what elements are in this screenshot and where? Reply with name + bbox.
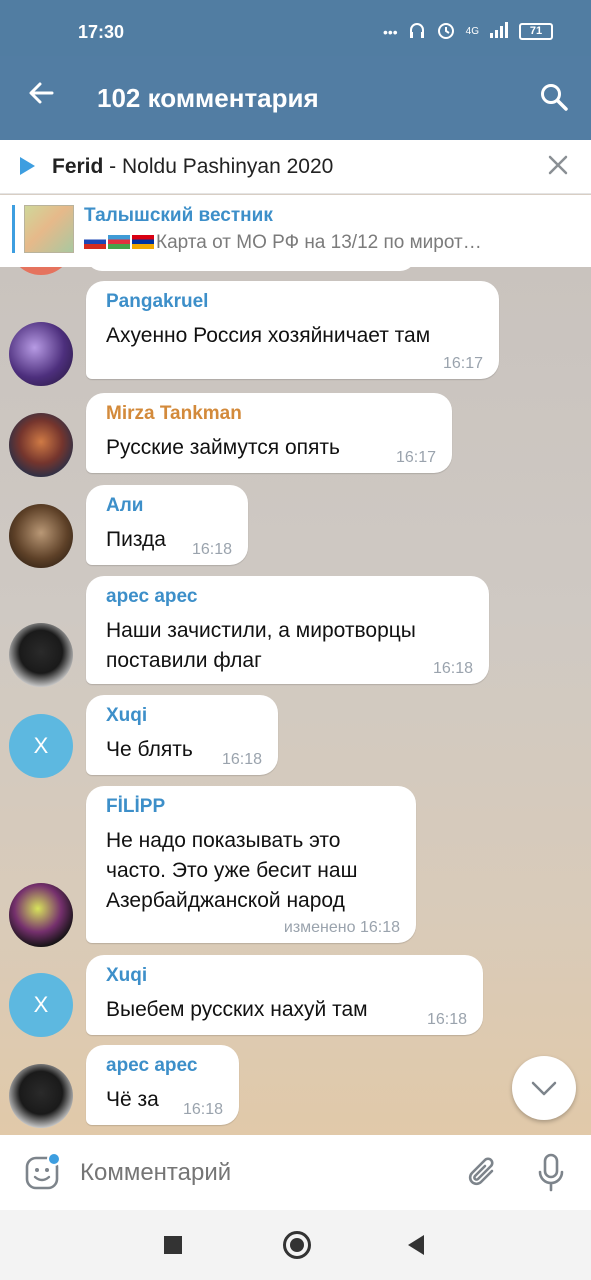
page-title: 102 комментария [97, 83, 319, 113]
new-stickers-badge [47, 1152, 61, 1166]
user-avatar[interactable] [9, 623, 73, 687]
user-avatar[interactable] [9, 883, 73, 947]
message-author[interactable]: Mirza Tankman [106, 403, 432, 425]
status-icons: ••• 4G 71 [383, 20, 553, 43]
battery-icon: 71 [519, 23, 553, 40]
message-bubble[interactable]: Xuqi Че блять 16:18 [86, 695, 278, 775]
message-author[interactable]: арес арес [106, 1055, 219, 1077]
message-text: Русские займутся опять [106, 436, 340, 459]
partial-avatar [9, 267, 73, 275]
message-time: 16:18 [221, 751, 262, 768]
pinned-separator: - [103, 155, 123, 178]
nav-back-icon[interactable] [408, 1235, 424, 1255]
armenia-flag-icon [132, 235, 154, 249]
microphone-icon[interactable] [536, 1153, 566, 1193]
russia-flag-icon [84, 235, 106, 249]
message-text: Наши зачистили, а миротворцы поставили ф… [106, 619, 416, 672]
message-time: 16:18 [191, 541, 232, 558]
user-avatar[interactable] [9, 413, 73, 477]
partial-message-bubble [86, 267, 416, 271]
map-thumbnail [24, 205, 74, 253]
user-avatar[interactable] [9, 322, 73, 386]
status-bar: 17:30 ••• 4G 71 [0, 0, 591, 56]
status-time: 17:30 [78, 22, 125, 42]
close-icon[interactable] [547, 154, 569, 176]
signal-icon [489, 22, 509, 41]
chevron-down-icon [531, 1081, 557, 1096]
comment-input[interactable] [80, 1159, 440, 1187]
alarm-icon [436, 20, 456, 43]
message-author[interactable]: FİLİPP [106, 796, 396, 818]
message-author[interactable]: Xuqi [106, 965, 463, 987]
search-icon[interactable] [539, 82, 569, 112]
comment-composer [0, 1135, 591, 1210]
message-author[interactable]: Pangakruel [106, 291, 479, 313]
home-icon[interactable] [283, 1231, 311, 1259]
message-author[interactable]: арес арес [106, 586, 469, 608]
pinned-audio-bar[interactable]: Ferid - Noldu Pashinyan 2020 [0, 140, 591, 194]
comments-list[interactable]: Pangakruel Ахуенно Россия хозяйничает та… [0, 267, 591, 1135]
user-avatar[interactable] [9, 504, 73, 568]
message-text: Выебем русских нахуй там [106, 998, 368, 1021]
user-avatar[interactable]: X [9, 714, 73, 778]
pinned-author: Ferid [52, 155, 104, 178]
message-time: 16:17 [395, 449, 436, 466]
reply-accent-bar [12, 205, 15, 253]
scroll-down-button[interactable] [512, 1056, 576, 1120]
message-time: 16:18 [432, 660, 473, 677]
message-bubble[interactable]: Али Пизда 16:18 [86, 485, 248, 565]
message-bubble[interactable]: арес арес Чё за 16:18 [86, 1045, 239, 1125]
pinned-text: Ferid - Noldu Pashinyan 2020 [52, 155, 333, 179]
message-bubble[interactable]: Xuqi Выебем русских нахуй там 16:18 [86, 955, 483, 1035]
message-author[interactable]: Али [106, 495, 228, 517]
app-bar: 102 комментария [0, 56, 591, 140]
user-avatar[interactable] [9, 1064, 73, 1128]
system-nav-bar [0, 1210, 591, 1280]
network-label: 4G [465, 26, 479, 37]
message-bubble[interactable]: Mirza Tankman Русские займутся опять 16:… [86, 393, 452, 473]
message-text: Не надо показывать это часто. Это уже бе… [106, 829, 358, 912]
channel-name: Талышский вестник [84, 205, 273, 226]
recent-apps-icon[interactable] [164, 1236, 182, 1254]
more-dots-icon: ••• [382, 23, 398, 40]
message-bubble[interactable]: Pangakruel Ахуенно Россия хозяйничает та… [86, 281, 499, 379]
message-bubble[interactable]: арес арес Наши зачистили, а миротворцы п… [86, 576, 489, 684]
message-bubble[interactable]: FİLİPP Не надо показывать это часто. Это… [86, 786, 416, 943]
message-author[interactable]: Xuqi [106, 705, 258, 727]
discussion-source-preview[interactable]: Талышский вестник Карта от МО РФ на 13/1… [0, 195, 591, 267]
message-time: 16:18 [182, 1101, 223, 1118]
preview-snippet: Карта от МО РФ на 13/12 по мирот… [84, 232, 524, 254]
headphones-icon [408, 21, 426, 42]
back-arrow-icon[interactable] [26, 78, 56, 108]
message-text: Ахуенно Россия хозяйничает там [106, 324, 431, 347]
pinned-title: Noldu Pashinyan 2020 [122, 155, 334, 178]
message-time: 16:18 [426, 1011, 467, 1028]
message-time: изменено 16:18 [283, 919, 400, 936]
preview-text: Карта от МО РФ на 13/12 по мирот… [156, 232, 482, 253]
message-time: 16:17 [442, 355, 483, 372]
play-icon[interactable] [20, 157, 35, 175]
paperclip-icon[interactable] [466, 1155, 500, 1191]
user-avatar[interactable]: X [9, 973, 73, 1037]
azerbaijan-flag-icon [108, 235, 130, 249]
